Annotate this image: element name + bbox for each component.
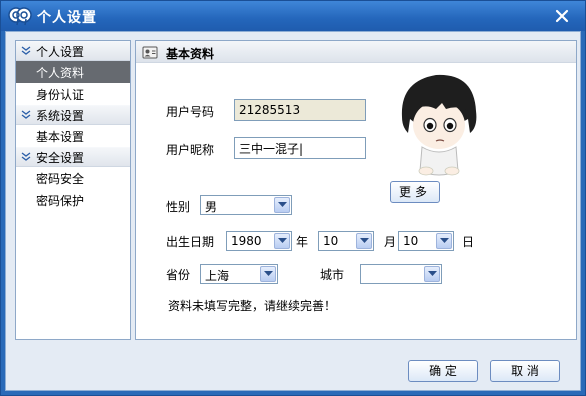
qq-number-field (234, 99, 366, 121)
birth-year-value: 1980 (231, 234, 262, 248)
nav-item-label: 个人资料 (36, 65, 85, 80)
birth-month-value: 10 (323, 234, 339, 248)
nav-item-password-protection[interactable]: 密码保护 (16, 189, 130, 211)
nav-item-identity[interactable]: 身份认证 (16, 83, 130, 105)
gender-label: 性别 (166, 200, 191, 214)
ok-button[interactable]: 确 定 (408, 360, 478, 382)
chevron-down-icon (274, 197, 290, 213)
city-select[interactable] (360, 264, 442, 284)
chevron-down-icon (424, 266, 440, 282)
profile-card-icon (142, 46, 158, 59)
nav-group-personal[interactable]: 个人设置 (16, 41, 130, 61)
birth-year-select[interactable]: 1980 (226, 231, 292, 251)
cartoon-avatar-icon (401, 74, 477, 176)
profile-panel: 基本资料 用户号码 用户昵称 更多 性别 (135, 40, 577, 340)
dialog-body: 个人设置 个人资料 身份认证 系统设置 基本设置 安全设置 密码安全 密码保护 … (5, 31, 581, 391)
gender-value: 男 (205, 200, 218, 214)
gender-select[interactable]: 男 (200, 195, 292, 215)
province-select[interactable]: 上海 (200, 264, 278, 284)
chevron-down-icon (21, 46, 31, 55)
cancel-button[interactable]: 取 消 (490, 360, 560, 382)
panel-header: 基本资料 (136, 41, 576, 63)
chevron-down-icon (356, 233, 372, 249)
chevron-down-icon (274, 233, 290, 249)
month-unit: 月 (384, 235, 397, 249)
chevron-down-icon (260, 266, 276, 282)
chevron-down-icon (436, 233, 452, 249)
nav-group-label: 系统设置 (36, 108, 85, 123)
nav-item-label: 身份认证 (36, 87, 85, 102)
incomplete-profile-notice: 资料未填写完整，请继续完善！ (168, 299, 337, 313)
nav-item-label: 密码安全 (36, 171, 85, 186)
nav-group-label: 安全设置 (36, 150, 85, 165)
birthday-label: 出生日期 (166, 235, 215, 249)
nav-item-password-security[interactable]: 密码安全 (16, 167, 130, 189)
nav-item-profile[interactable]: 个人资料 (16, 61, 130, 83)
birth-month-select[interactable]: 10 (318, 231, 374, 251)
nav-item-basic-settings[interactable]: 基本设置 (16, 125, 130, 147)
day-unit: 日 (462, 235, 475, 249)
nav-group-system[interactable]: 系统设置 (16, 105, 130, 125)
settings-nav: 个人设置 个人资料 身份认证 系统设置 基本设置 安全设置 密码安全 密码保护 (15, 40, 131, 340)
birth-day-value: 10 (403, 234, 419, 248)
year-unit: 年 (296, 235, 309, 249)
nickname-label: 用户昵称 (166, 143, 215, 157)
window-title: 个人设置 (37, 10, 97, 26)
close-icon[interactable] (553, 7, 571, 25)
nav-item-label: 密码保护 (36, 193, 85, 208)
nav-group-security[interactable]: 安全设置 (16, 147, 130, 167)
qq-logo-icon (8, 7, 32, 26)
qq-number-label: 用户号码 (166, 105, 215, 119)
panel-title: 基本资料 (166, 47, 215, 61)
title-bar[interactable]: 个人设置 (1, 1, 585, 31)
chevron-down-icon (21, 152, 31, 161)
province-label: 省份 (166, 268, 191, 282)
nav-item-label: 基本设置 (36, 129, 85, 144)
nickname-field[interactable] (234, 137, 366, 159)
city-label: 城市 (320, 268, 345, 282)
nav-group-label: 个人设置 (36, 44, 85, 59)
settings-window: 个人设置 个人设置 个人资料 身份认证 系统设置 基本设置 安全设置 密码安全 … (0, 0, 586, 396)
more-button[interactable]: 更多 (390, 181, 440, 203)
chevron-down-icon (21, 110, 31, 119)
birth-day-select[interactable]: 10 (398, 231, 454, 251)
province-value: 上海 (205, 269, 230, 283)
